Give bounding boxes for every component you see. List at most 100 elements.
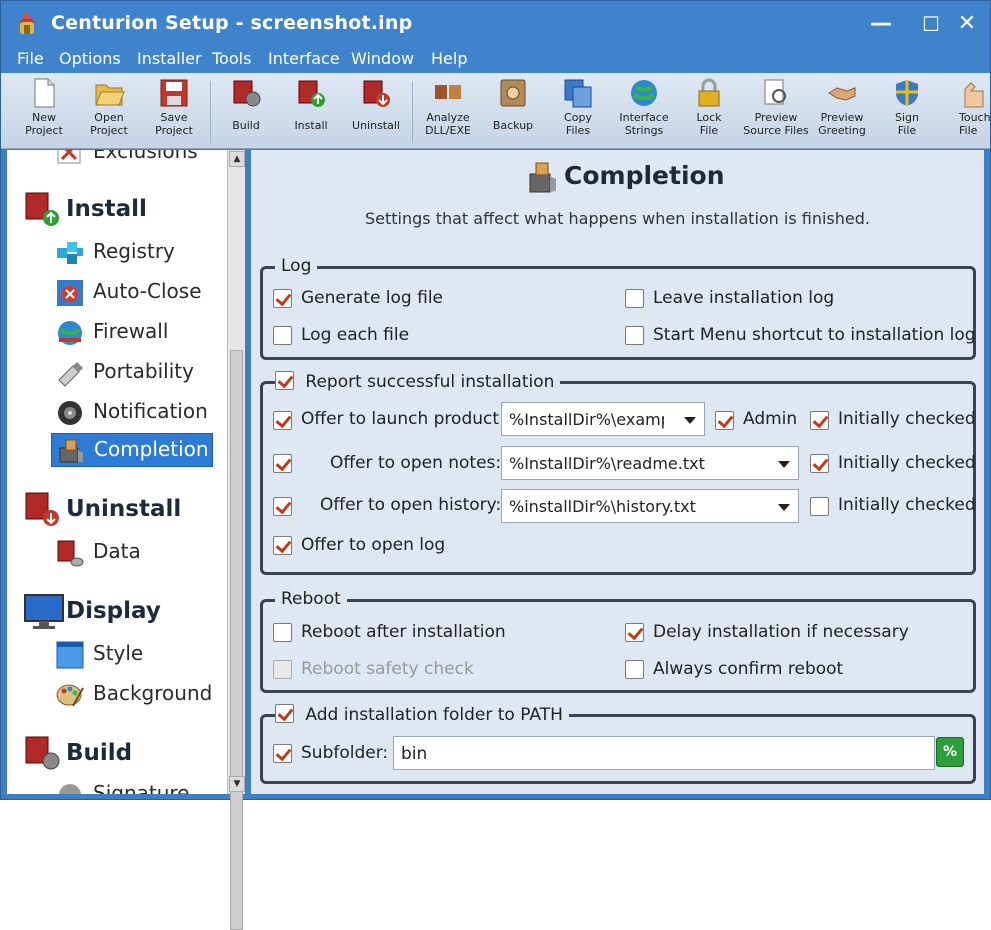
menu-interface[interactable]: Interface (268, 49, 340, 68)
copy-files-button[interactable]: Copy Files (545, 77, 611, 147)
interface-strings-button[interactable]: Interface Strings (611, 77, 677, 147)
new-project-button[interactable]: New Project (11, 77, 77, 147)
install-button[interactable]: Install (278, 77, 344, 147)
build-icon (233, 80, 261, 107)
notes-initially-checked-label: Initially checked (838, 453, 976, 473)
menu-tools[interactable]: Tools (212, 49, 251, 68)
always-confirm-label: Always confirm reboot (653, 659, 844, 679)
leave-log-checkbox[interactable] (625, 289, 644, 308)
window-style-icon (56, 641, 84, 669)
notes-initially-checked-checkbox[interactable] (810, 454, 829, 473)
launch-initially-checked-checkbox[interactable] (810, 411, 829, 430)
report-success-checkbox[interactable] (275, 371, 294, 390)
toolbar-label: Uninstall (352, 119, 400, 132)
offer-launch-checkbox[interactable] (273, 411, 292, 430)
notes-dropdown[interactable]: %InstallDir%\readme.txt (501, 446, 799, 480)
toolbar-label: Open Project (90, 111, 128, 137)
app-window: Centurion Setup - screenshot.inp — ☐ ✕ F… (0, 0, 991, 930)
menu-bar: File Options Installer Tools Interface W… (1, 47, 990, 73)
offer-notes-checkbox[interactable] (273, 454, 292, 473)
minimize-icon[interactable]: — (863, 9, 899, 39)
monitor-icon (24, 594, 64, 629)
centurion-helmet-icon (19, 13, 35, 34)
uninstall-button[interactable]: Uninstall (343, 77, 409, 147)
open-project-button[interactable]: Open Project (76, 77, 142, 147)
reboot-safety-checkbox[interactable] (273, 660, 292, 679)
notes-value: %InstallDir%\readme.txt (509, 454, 705, 473)
sidebar-scrollbar[interactable]: ▲ ▼ (227, 150, 245, 930)
lock-file-button[interactable]: Lock File (676, 77, 742, 147)
leave-log-label: Leave installation log (653, 288, 835, 308)
reboot-group: Reboot Reboot after installation Delay i… (260, 589, 976, 693)
report-legend: Report successful installation (275, 371, 561, 392)
sidebar-item-label: Portability (93, 359, 194, 383)
uninstall-icon (25, 492, 59, 526)
new-project-icon (34, 78, 55, 108)
offer-notes-label: Offer to open notes: (330, 453, 502, 473)
maximize-icon[interactable]: ☐ (913, 9, 949, 39)
reboot-legend: Reboot (275, 589, 347, 609)
log-each-file-checkbox[interactable] (273, 326, 292, 345)
data-icon (57, 540, 84, 567)
always-confirm-checkbox[interactable] (625, 660, 644, 679)
toolbar-label: Touch File (959, 111, 990, 137)
backup-button[interactable]: Backup (480, 77, 546, 147)
subfolder-checkbox[interactable] (273, 744, 292, 763)
offer-open-log-checkbox[interactable] (273, 536, 292, 555)
menu-window[interactable]: Window (351, 49, 414, 68)
history-initially-checked-checkbox[interactable] (810, 497, 829, 516)
sidebar-item-label: Registry (93, 239, 175, 263)
toolbar-label: Analyze DLL/EXE (425, 111, 471, 137)
delay-installation-label: Delay installation if necessary (653, 622, 909, 642)
completion-box-icon (529, 162, 556, 193)
preview-source-button[interactable]: Preview Source Files (743, 77, 809, 147)
menu-help[interactable]: Help (431, 49, 467, 68)
history-value: %installDir%\history.txt (509, 497, 696, 516)
close-icon[interactable]: ✕ (949, 9, 985, 39)
toolbar-label: Lock File (696, 111, 722, 137)
reboot-after-checkbox[interactable] (273, 623, 292, 642)
build-icon (25, 736, 60, 770)
admin-label: Admin (743, 409, 798, 429)
start-menu-shortcut-checkbox[interactable] (625, 326, 644, 345)
usb-drive-icon (58, 362, 83, 387)
offer-launch-label: Offer to launch product: (301, 409, 505, 429)
preview-greeting-button[interactable]: Preview Greeting (809, 77, 875, 147)
menu-installer[interactable]: Installer (137, 49, 202, 68)
sidebar-item-label: Data (93, 539, 141, 563)
add-to-path-checkbox[interactable] (275, 704, 294, 723)
sidebar-item-label: Completion (94, 437, 209, 461)
scrollbar-thumb[interactable] (230, 350, 243, 930)
subfolder-input[interactable]: bin (393, 736, 935, 770)
percent-variables-button[interactable]: % (936, 737, 964, 767)
title-bar[interactable]: Centurion Setup - screenshot.inp — ☐ ✕ (1, 1, 990, 47)
sidebar-group-label: Build (66, 740, 133, 766)
analyze-button[interactable]: Analyze DLL/EXE (415, 77, 481, 147)
offer-history-checkbox[interactable] (273, 497, 292, 516)
admin-checkbox[interactable] (715, 411, 734, 430)
sidebar-item-label: Auto-Close (93, 279, 202, 303)
toolbar-label: Build (232, 119, 260, 132)
save-project-button[interactable]: Save Project (141, 77, 207, 147)
touch-file-button[interactable]: Touch File (939, 77, 990, 147)
toolbar-label: Preview Source Files (743, 111, 809, 137)
scroll-down-icon[interactable]: ▼ (229, 776, 245, 792)
sign-file-button[interactable]: Sign File (874, 77, 940, 147)
sidebar-item-completion[interactable]: Completion (51, 433, 213, 467)
menu-file[interactable]: File (17, 49, 44, 68)
delay-installation-checkbox[interactable] (625, 623, 644, 642)
completion-box-icon (59, 439, 83, 463)
menu-options[interactable]: Options (59, 49, 121, 68)
completion-panel: Completion Settings that affect what hap… (251, 150, 984, 794)
toolbar-label: Sign File (895, 111, 919, 137)
auto-close-icon (57, 280, 83, 306)
history-initially-checked-label: Initially checked (838, 495, 976, 515)
scroll-up-icon[interactable]: ▲ (229, 151, 245, 167)
offer-history-label: Offer to open history: (320, 495, 502, 515)
registry-icon (57, 242, 83, 264)
launch-product-dropdown[interactable]: %InstallDir%\example (501, 402, 705, 436)
interface-strings-icon (631, 80, 657, 106)
history-dropdown[interactable]: %installDir%\history.txt (501, 489, 799, 523)
build-button[interactable]: Build (213, 77, 279, 147)
generate-log-checkbox[interactable] (273, 289, 292, 308)
